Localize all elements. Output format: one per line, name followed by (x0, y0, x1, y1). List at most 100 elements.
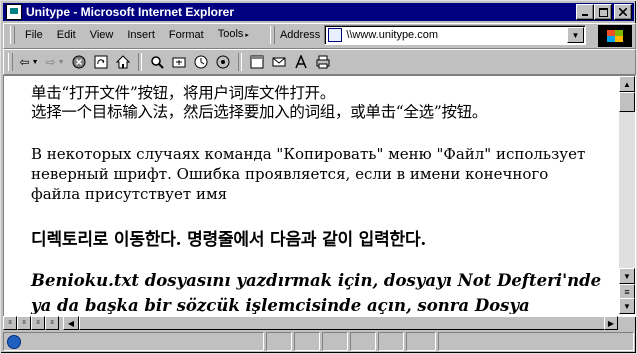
back-button[interactable]: ⇦ ▼ (16, 52, 42, 72)
font-icon (295, 55, 307, 69)
menu-bar: File Edit View Insert Format Tools ▸ (6, 25, 262, 45)
korean-paragraph: 디렉토리로 이동한다. 명령줄에서 다음과 같이 입력한다. (31, 230, 427, 250)
arrow-up-icon: ▲ (623, 79, 631, 89)
standard-toolbar: ⇦ ▼ ⇨ ▼ (3, 49, 636, 75)
status-panel-main (3, 332, 265, 351)
scroll-down-button[interactable]: ▼ (619, 268, 635, 284)
print-button[interactable] (312, 52, 334, 72)
chinese-line-1: 单击“打开文件”按钮，将用户词库文件打开。 (31, 84, 336, 102)
back-icon: ⇦ (19, 55, 30, 69)
turkish-paragraph: Benioku.txt dosyasını yazdırmak için, do… (31, 271, 602, 314)
fullscreen-button[interactable] (246, 52, 268, 72)
address-value: \\www.unitype.com (346, 29, 439, 41)
forward-button[interactable]: ⇨ ▼ (42, 52, 68, 72)
menu-file[interactable]: File (18, 26, 50, 44)
scroll-left-button[interactable]: ◀ (63, 316, 79, 330)
web-view-button[interactable]: ≡ (17, 316, 31, 330)
menu-edit[interactable]: Edit (50, 26, 83, 44)
horizontal-scroll-thumb[interactable] (79, 316, 606, 330)
window-title: Unitype - Microsoft Internet Explorer (26, 5, 235, 19)
ie-app-icon[interactable] (6, 4, 22, 20)
status-panel-1 (266, 332, 293, 351)
favorites-icon (172, 57, 186, 68)
menu-view[interactable]: View (83, 26, 121, 44)
status-panel-2 (294, 332, 320, 351)
channels-icon (216, 55, 230, 69)
windows-logo-throbber[interactable] (598, 25, 632, 47)
toolbar-grip-2[interactable] (8, 53, 13, 71)
internet-zone-icon (7, 334, 21, 349)
web-view-icon: ≡ (22, 320, 26, 326)
status-panel-5 (377, 332, 404, 351)
normal-view-icon: ≡ (8, 320, 12, 326)
history-icon (194, 55, 208, 69)
stop-icon (72, 55, 86, 69)
vertical-scrollbar[interactable]: ▲ ▼ ≡ ▼ (619, 76, 635, 314)
line-icon: ≡ (624, 287, 630, 297)
page-view-icon: ≡ (36, 320, 40, 326)
maximize-icon (598, 7, 608, 17)
home-icon (116, 55, 130, 69)
address-bar: Address \\www.unitype.com ▼ (266, 25, 586, 45)
home-button[interactable] (112, 52, 134, 72)
chinese-line-2: 选择一个目标输入法，然后选择要加入的词组，或单击“全选”按钮。 (31, 103, 488, 121)
channels-button[interactable] (212, 52, 234, 72)
forward-icon: ⇨ (45, 55, 56, 69)
outline-view-icon: ≡ (50, 320, 54, 326)
outline-view-button[interactable]: ≡ (45, 316, 59, 330)
russian-paragraph: В некоторых случаях команда "Копировать"… (31, 145, 586, 203)
chevron-down-icon: ▼ (31, 58, 39, 66)
close-icon (619, 8, 627, 16)
mail-icon (272, 57, 286, 67)
document-area[interactable]: 单击“打开文件”按钮，将用户词库文件打开。 选择一个目标输入法，然后选择要加入的… (6, 78, 618, 314)
vertical-scroll-thumb[interactable] (619, 92, 635, 112)
favorites-button[interactable] (168, 52, 190, 72)
scroll-up-button[interactable]: ▲ (619, 76, 635, 92)
search-icon (151, 56, 164, 69)
history-button[interactable] (190, 52, 212, 72)
status-panel-4 (349, 332, 376, 351)
scroll-right-button[interactable]: ▶ (604, 316, 618, 330)
chevron-down-icon: ▼ (571, 30, 580, 40)
refresh-icon (94, 55, 108, 69)
arrow-down-icon: ▼ (623, 271, 631, 281)
normal-view-button[interactable]: ≡ (3, 316, 17, 330)
stop-button[interactable] (68, 52, 90, 72)
search-button[interactable] (146, 52, 168, 72)
status-panel-zone (437, 332, 635, 351)
chevron-right-icon: ▸ (245, 32, 249, 39)
fullscreen-icon (250, 55, 264, 69)
scroll-page-button[interactable]: ▼ (619, 298, 635, 314)
page-content-frame: 单击“打开文件”按钮，将用户词库文件打开。 选择一个目标输入法，然后选择要加入的… (3, 75, 636, 317)
toolbar-separator (238, 53, 242, 71)
menu-address-row: File Edit View Insert Format Tools ▸ Addr… (3, 23, 636, 49)
windows-logo-icon (606, 29, 624, 43)
address-label: Address (279, 29, 321, 41)
status-panel-3 (321, 332, 348, 351)
refresh-button[interactable] (90, 52, 112, 72)
minimize-icon (582, 14, 588, 16)
address-input[interactable]: \\www.unitype.com ▼ (324, 25, 586, 45)
menu-tools-label: Tools (217, 28, 244, 40)
view-buttons: ≡ ≡ ≡ ≡ (3, 316, 59, 330)
minimize-button[interactable] (576, 4, 594, 20)
maximize-button[interactable] (594, 4, 612, 20)
address-dropdown-button[interactable]: ▼ (567, 27, 584, 43)
menu-format[interactable]: Format (162, 26, 211, 44)
status-bar (3, 332, 635, 351)
horizontal-scrollbar[interactable]: ◀ ▶ (63, 316, 618, 330)
menu-insert[interactable]: Insert (120, 26, 162, 44)
print-icon (316, 55, 330, 69)
arrow-right-icon: ▶ (607, 318, 615, 328)
chevron-down-icon: ▼ (57, 58, 65, 66)
page-view-button[interactable]: ≡ (31, 316, 45, 330)
mail-button[interactable] (268, 52, 290, 72)
status-panel-6 (405, 332, 436, 351)
address-grip[interactable] (270, 26, 275, 44)
close-button[interactable] (614, 4, 632, 20)
font-button[interactable] (290, 52, 312, 72)
toolbar-grip[interactable] (10, 26, 15, 44)
title-bar[interactable]: Unitype - Microsoft Internet Explorer (3, 3, 634, 21)
menu-tools[interactable]: Tools ▸ (211, 25, 256, 45)
arrow-down-icon: ▼ (623, 301, 631, 311)
